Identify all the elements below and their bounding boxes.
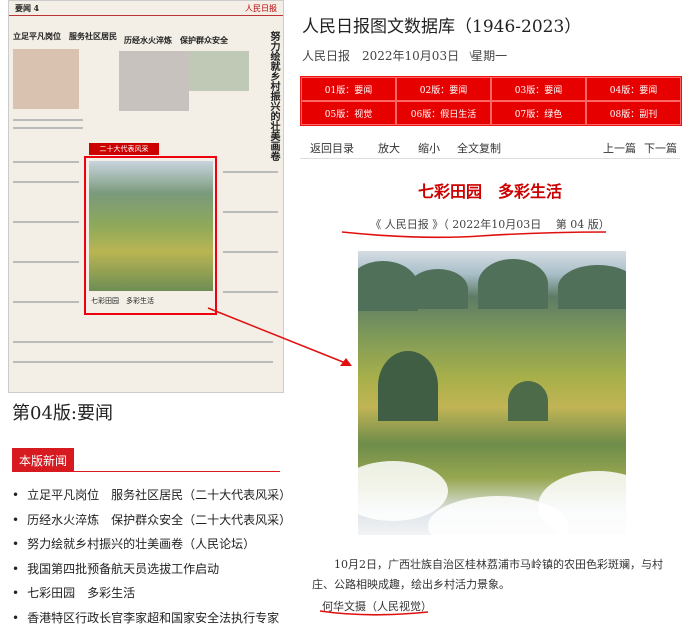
article-body: 10月2日，广西壮族自治区桂林荔浦市马岭镇的农田色彩斑斓，与村庄、公路相映成趣，… (312, 555, 682, 595)
thumbnail-headline-1[interactable]: 立足平凡岗位 服务社区居民 (13, 31, 117, 42)
thumbnail-text-line (13, 161, 79, 163)
chevron-down-icon[interactable]: ∨ (468, 48, 476, 61)
karst-hill (478, 259, 548, 309)
edition-link-03[interactable]: 03版：要闻 (491, 77, 586, 101)
edition-link-07[interactable]: 07版：绿色 (491, 101, 586, 125)
thumbnail-text-line (223, 171, 278, 173)
back-to-index-button[interactable]: 返回目录 (310, 140, 354, 156)
karst-hill (378, 351, 438, 421)
thumbnail-text-line (223, 251, 278, 253)
next-article-button[interactable]: 下一篇 (644, 140, 677, 156)
thumbnail-text-line (13, 341, 273, 343)
thumbnail-text-line (13, 261, 79, 263)
karst-hill (558, 265, 626, 309)
hand-drawn-underline (318, 604, 430, 618)
edition-link-01[interactable]: 01版：要闻 (301, 77, 396, 101)
thumbnail-text-line (13, 301, 79, 303)
thumbnail-photo-3 (189, 51, 249, 91)
edition-link-08[interactable]: 08版：副刊 (586, 101, 681, 125)
thumbnail-text-line (223, 291, 278, 293)
copy-text-button[interactable]: 全文复制 (457, 140, 501, 156)
news-list-item[interactable]: 七彩田园 多彩生活 (12, 581, 292, 606)
news-list: 立足平凡岗位 服务社区居民（二十大代表风采） 历经水火淬炼 保护群众安全（二十大… (12, 483, 292, 630)
database-title: 人民日报图文数据库（1946-2023） (302, 12, 581, 37)
page-label: 第04版:要闻 (12, 399, 113, 425)
thumbnail-masthead-logo: 人民日报 (245, 3, 277, 14)
thumbnail-section: 要闻 (15, 3, 31, 13)
news-tab-underline (12, 471, 280, 472)
news-list-item[interactable]: 历经水火淬炼 保护群众安全（二十大代表风采） (12, 508, 292, 533)
thumbnail-text-line (13, 361, 273, 363)
thumbnail-masthead: 要闻 4 人民日报 (9, 1, 283, 16)
thumbnail-photo-1 (13, 49, 79, 109)
karst-hill (508, 381, 548, 421)
article-photo[interactable] (358, 251, 626, 535)
prev-article-button[interactable]: 上一篇 (603, 140, 636, 156)
newspaper-page-thumbnail[interactable]: 要闻 4 人民日报 立足平凡岗位 服务社区居民 历经水火淬炼 保护群众安全 努力… (8, 0, 284, 393)
edition-grid: 01版：要闻 02版：要闻 03版：要闻 04版：要闻 05版：视觉 06版：假… (300, 76, 682, 126)
edition-link-05[interactable]: 05版：视觉 (301, 101, 396, 125)
news-list-item[interactable]: 努力绘就乡村振兴的壮美画卷（人民论坛） (12, 532, 292, 557)
thumbnail-headline-2[interactable]: 历经水火淬炼 保护群众安全 (124, 35, 228, 46)
thumbnail-photo-2 (119, 51, 189, 111)
thumbnail-text-line (13, 221, 79, 223)
article-title: 七彩田园 多彩生活 (300, 178, 680, 202)
page-news-tab[interactable]: 本版新闻 (12, 448, 74, 472)
edition-link-02[interactable]: 02版：要闻 (396, 77, 491, 101)
date-selector[interactable]: 人民日报 2022年10月03日 星期一 (302, 47, 507, 64)
news-list-item[interactable]: 我国第四批预备航天员选拔工作启动 (12, 557, 292, 582)
karst-hill (408, 269, 468, 309)
thumbnail-tag: 二十大代表风采 (89, 143, 159, 155)
article-panel: 人民日报图文数据库（1946-2023） 人民日报 2022年10月03日 星期… (300, 0, 700, 618)
news-list-item[interactable]: 立足平凡岗位 服务社区居民（二十大代表风采） (12, 483, 292, 508)
edition-link-06[interactable]: 06版：假日生活 (396, 101, 491, 125)
thumbnail-headline-3[interactable]: 努力绘就乡村振兴的壮美画卷 (263, 31, 279, 161)
zoom-out-button[interactable]: 缩小 (418, 140, 440, 156)
thumbnail-text-line (223, 211, 278, 213)
article-toolbar: 返回目录 放大 缩小 全文复制 上一篇 下一篇 (300, 136, 680, 159)
thumbnail-text-line (13, 119, 83, 121)
edition-link-04[interactable]: 04版：要闻 (586, 77, 681, 101)
thumbnail-text-line (13, 127, 83, 129)
hand-drawn-underline (340, 222, 608, 240)
zoom-in-button[interactable]: 放大 (378, 140, 400, 156)
thumbnail-page-no: 4 (34, 3, 40, 13)
thumbnail-text-line (13, 181, 79, 183)
left-panel: 要闻 4 人民日报 立足平凡岗位 服务社区居民 历经水火淬炼 保护群众安全 努力… (0, 0, 290, 618)
thumbnail-highlight-box[interactable] (84, 156, 217, 315)
